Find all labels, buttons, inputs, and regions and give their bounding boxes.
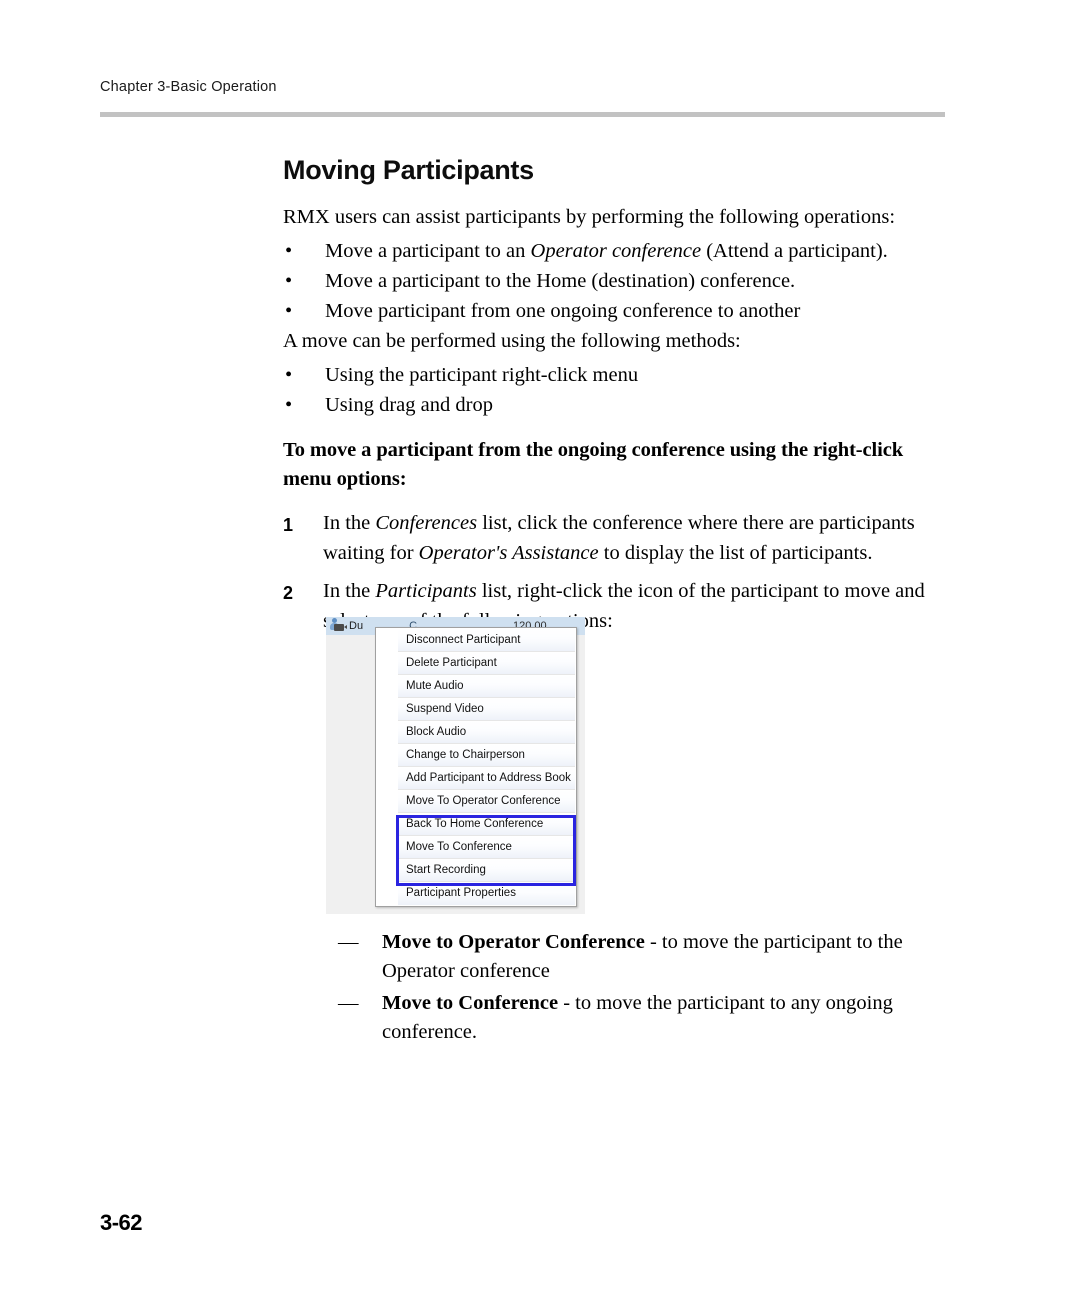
menu-item-back-to-home-conference[interactable]: Back To Home Conference (398, 813, 575, 836)
menu-item-mute-audio[interactable]: Mute Audio (398, 675, 575, 698)
option-name: Move to Operator Conference (382, 931, 645, 953)
operation-text-pre: Move a participant to an (325, 240, 531, 262)
page-content: Moving Participants RMX users can assist… (283, 155, 953, 644)
operation-text: Move a participant to the Home (destinat… (325, 270, 796, 292)
step-text-emphasis-one: Participants (375, 580, 477, 602)
menu-item-move-to-conference[interactable]: Move To Conference (398, 836, 575, 859)
step-text-emphasis-two: Operator's Assistance (418, 542, 599, 564)
chapter-label: Chapter 3-Basic Operation (100, 79, 277, 95)
intro-paragraph: RMX users can assist participants by per… (283, 206, 896, 228)
list-item: • Using drag and drop (283, 390, 953, 420)
page-title: Moving Participants (283, 155, 534, 185)
menu-item-suspend-video[interactable]: Suspend Video (398, 698, 575, 721)
menu-item-disconnect-participant[interactable]: Disconnect Participant (398, 629, 575, 652)
option-description: — Move to Operator Conference - to move … (338, 928, 938, 986)
step-text-pre: In the (323, 580, 376, 602)
participant-name: Du (349, 620, 364, 632)
menu-item-participant-properties[interactable]: Participant Properties (398, 882, 575, 905)
methods-intro-paragraph: A move can be performed using the follow… (283, 330, 741, 352)
bullet-marker: • (285, 270, 293, 292)
step-text-pre: In the (323, 512, 376, 534)
menu-item-change-to-chairperson[interactable]: Change to Chairperson (398, 744, 575, 767)
list-item: • Move a participant to an Operator conf… (283, 236, 953, 266)
list-item: • Move participant from one ongoing conf… (283, 296, 953, 326)
header-divider (100, 112, 945, 117)
method-text: Using drag and drop (325, 394, 493, 416)
menu-item-start-recording[interactable]: Start Recording (398, 859, 575, 882)
operation-text: Move a participant to an Operator confer… (325, 236, 953, 266)
participant-context-menu: Disconnect Participant Delete Participan… (375, 627, 577, 907)
option-name: Move to Conference (382, 992, 559, 1014)
option-description-text: Move to Operator Conference - to move th… (382, 928, 938, 986)
option-description: — Move to Conference - to move the parti… (338, 989, 938, 1047)
method-text: Using the participant right-click menu (325, 364, 639, 386)
video-camera-icon (334, 624, 347, 631)
page-number: 3-62 (100, 1210, 143, 1235)
menu-item-move-to-operator-conference[interactable]: Move To Operator Conference (398, 790, 575, 813)
menu-item-add-participant-to-address-book[interactable]: Add Participant to Address Book (398, 767, 575, 790)
operation-text-post: (Attend a participant). (701, 240, 888, 262)
option-description-text: Move to Conference - to move the partici… (382, 989, 938, 1047)
running-header: Chapter 3-Basic Operation (100, 78, 945, 96)
list-item: • Using the participant right-click menu (283, 360, 953, 390)
procedure-heading: To move a participant from the ongoing c… (283, 439, 904, 490)
menu-item-delete-participant[interactable]: Delete Participant (398, 652, 575, 675)
bullet-marker: • (285, 300, 293, 322)
step-number: 2 (283, 583, 294, 603)
bullet-marker: • (285, 394, 293, 416)
menu-item-block-audio[interactable]: Block Audio (398, 721, 575, 744)
list-item: • Move a participant to the Home (destin… (283, 266, 953, 296)
option-description-list: — Move to Operator Conference - to move … (338, 928, 938, 1050)
step-number: 1 (283, 515, 294, 535)
operation-text: Move participant from one ongoing confer… (325, 300, 801, 322)
bullet-marker: • (285, 240, 293, 262)
bullet-marker: • (285, 364, 293, 386)
step-text-emphasis-one: Conferences (375, 512, 478, 534)
procedure-step: 1 In the Conferences list, click the con… (283, 508, 953, 568)
dash-marker: — (338, 992, 359, 1014)
dash-marker: — (338, 931, 359, 953)
application-screenshot: Du C 120.00 Disconnect Participant Delet… (326, 617, 585, 914)
context-menu-icon-gutter (377, 629, 400, 905)
step-text-post: to display the list of participants. (598, 542, 873, 564)
context-menu-items: Disconnect Participant Delete Participan… (398, 629, 575, 905)
operation-text-emphasis: Operator conference (530, 240, 702, 262)
participant-video-icon (329, 618, 347, 634)
step-text: In the Conferences list, click the confe… (323, 508, 953, 568)
